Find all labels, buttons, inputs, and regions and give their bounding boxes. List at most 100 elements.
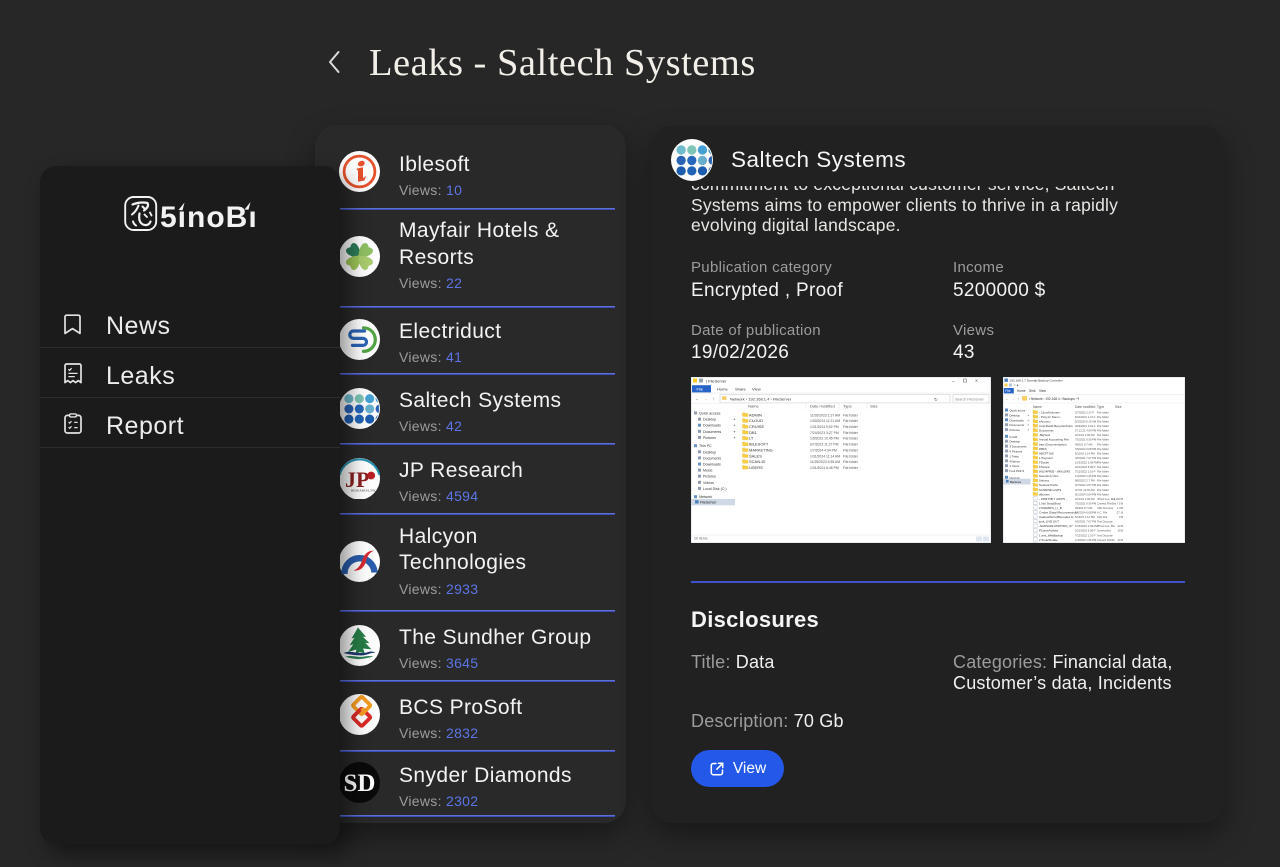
svg-text:09/022 6:7 AM: 09/022 6:7 AM bbox=[1075, 506, 1093, 510]
svg-text:5/10/24 1:14 PM: 5/10/24 1:14 PM bbox=[1075, 451, 1095, 455]
svg-text:Pictures: Pictures bbox=[1009, 428, 1020, 432]
svg-text:Backups: Backups bbox=[1010, 480, 1022, 484]
svg-text:09/022 6:7 AM: 09/022 6:7 AM bbox=[1075, 442, 1093, 446]
svg-text:×: × bbox=[975, 379, 978, 385]
svg-text:XML Docume: XML Docume bbox=[1097, 506, 1114, 510]
svg-text:✦: ✦ bbox=[733, 430, 736, 434]
svg-text:–: – bbox=[952, 379, 955, 385]
svg-text:1/30/2024 11:21 AM: 1/30/2024 11:21 AM bbox=[810, 419, 840, 423]
svg-text:9/7/2022 4:07 PM: 9/7/2022 4:07 PM bbox=[1075, 483, 1097, 487]
svg-text:Network Paths: Network Paths bbox=[1039, 483, 1058, 487]
svg-text:192.168.1.7 Domajb Backup Cont: 192.168.1.7 Domajb Backup Controller bbox=[1010, 379, 1063, 383]
svg-text:Documents: Documents bbox=[1009, 423, 1024, 427]
svg-text:2/21/22 2:09 AM: 2/21/22 2:09 AM bbox=[1075, 433, 1095, 437]
svg-text:FileServer: FileServer bbox=[700, 501, 717, 505]
svg-text:Videos: Videos bbox=[703, 481, 714, 485]
svg-text:Size: Size bbox=[1115, 405, 1122, 409]
svg-text:File folder: File folder bbox=[843, 443, 859, 447]
svg-text:19 B: 19 B bbox=[1117, 529, 1123, 533]
svg-text:7/5/2024 6:08 PM: 7/5/2024 6:08 PM bbox=[1075, 511, 1097, 515]
svg-text:3 KB: 3 KB bbox=[1117, 542, 1123, 543]
svg-text:Annual Accounting Feb: Annual Accounting Feb bbox=[1039, 438, 1069, 442]
svg-text:= ▾: = ▾ bbox=[1014, 383, 1019, 387]
svg-text:File folder: File folder bbox=[1097, 433, 1109, 437]
svg-text:File folder: File folder bbox=[1097, 429, 1109, 433]
svg-text:↻: ↻ bbox=[934, 397, 938, 402]
svg-text:10/3/2022 2:09 PM: 10/3/2022 2:09 PM bbox=[1075, 460, 1098, 464]
svg-text:Pictures: Pictures bbox=[703, 436, 716, 440]
svg-text:5/3/2023 6:15 AM: 5/3/2023 6:15 AM bbox=[1075, 420, 1097, 424]
svg-text:1/4/2023 1:46 PM: 1/4/2023 1:46 PM bbox=[1075, 538, 1097, 542]
svg-text:1/31/2024 8:48 PM: 1/31/2024 8:48 PM bbox=[810, 466, 839, 470]
svg-text:Documents: Documents bbox=[703, 430, 721, 434]
svg-text:MARKETING: MARKETING bbox=[749, 447, 773, 452]
svg-text:W1G4FR05 - W06,06F5: W1G4FR05 - W06,06F5 bbox=[1039, 470, 1071, 474]
svg-text:Pictures: Pictures bbox=[703, 475, 716, 479]
svg-text:File: File bbox=[1005, 389, 1010, 393]
svg-text:1/5/2022 10:45 PM: 1/5/2022 10:45 PM bbox=[810, 437, 839, 441]
svg-text:Name: Name bbox=[1033, 405, 1042, 409]
svg-text:1 amt_WksBackup: 1 amt_WksBackup bbox=[1039, 533, 1063, 537]
svg-text:Date modified: Date modified bbox=[1075, 405, 1096, 409]
svg-text:Fund1: Fund1 bbox=[1009, 435, 1018, 439]
svg-text:Downloads: Downloads bbox=[703, 463, 721, 467]
svg-text:2 DWARFS_(.)_B: 2 DWARFS_(.)_B bbox=[1039, 506, 1062, 510]
svg-text:Date modified: Date modified bbox=[810, 403, 835, 408]
svg-text:Comect FileSha: Comect FileSha bbox=[1097, 501, 1117, 505]
svg-text:File folder: File folder bbox=[1097, 474, 1109, 478]
svg-text:Screenshot: Screenshot bbox=[1097, 529, 1111, 533]
svg-text:Quick acces: Quick acces bbox=[1009, 409, 1025, 413]
svg-text:1/31/2024 11:14 AM: 1/31/2024 11:14 AM bbox=[810, 454, 840, 458]
svg-text:File folder: File folder bbox=[1097, 442, 1109, 446]
svg-text:8/8/2023 2:7 PM: 8/8/2023 2:7 PM bbox=[1075, 542, 1095, 543]
svg-text:Documents: Documents bbox=[1039, 429, 1054, 433]
svg-text:DB1: DB1 bbox=[749, 430, 758, 435]
svg-text:File folder: File folder bbox=[1097, 460, 1109, 464]
svg-text:6/7/2023 11:27 PM: 6/7/2023 11:27 PM bbox=[810, 443, 839, 447]
svg-text:File folder: File folder bbox=[1097, 479, 1109, 483]
svg-text:SALES: SALES bbox=[749, 453, 762, 458]
svg-text:File folder: File folder bbox=[1097, 447, 1109, 451]
svg-text:File folder: File folder bbox=[1097, 483, 1109, 487]
svg-text:1/7/2024 4:34 PM: 1/7/2024 4:34 PM bbox=[810, 448, 837, 452]
svg-text:34 B: 34 B bbox=[1117, 524, 1123, 528]
svg-text:↑: ↑ bbox=[1017, 397, 1019, 402]
svg-text:1 Users: 1 Users bbox=[1009, 464, 1020, 468]
svg-text:File folder: File folder bbox=[843, 448, 859, 452]
svg-text:9/29/2021 2:01 A: 9/29/2021 2:01 A bbox=[1075, 424, 1096, 428]
svg-text:7/12/2022 1:16 P: 7/12/2022 1:16 P bbox=[1075, 470, 1096, 474]
svg-text:| FileServer: | FileServer bbox=[706, 378, 727, 383]
svg-text:2/21/22 2:09 AM: 2/21/22 2:09 AM bbox=[1075, 497, 1095, 501]
svg-text:CRUISE: CRUISE bbox=[749, 424, 764, 429]
svg-text:7/24/2023 3:27 PM: 7/24/2023 3:27 PM bbox=[810, 431, 839, 435]
svg-text:SD: SD bbox=[344, 770, 376, 797]
svg-text:CataroePkrnofffleroodes.fo: CataroePkrnofffleroodes.fo bbox=[1039, 515, 1074, 519]
svg-text:1/4/2023 1:46 PM: 1/4/2023 1:46 PM bbox=[1075, 474, 1097, 478]
svg-text:FTampa: FTampa bbox=[1039, 465, 1050, 469]
svg-text:→: → bbox=[703, 397, 708, 403]
svg-text:43 B: 43 B bbox=[1117, 538, 1123, 542]
svg-text:vBurnes: vBurnes bbox=[1039, 492, 1050, 496]
svg-text:Cmdse (DataVReconversindor: Cmdse (DataVReconversindor bbox=[1039, 511, 1078, 515]
svg-text:7/5/2021 6:39 PM: 7/5/2021 6:39 PM bbox=[1075, 501, 1097, 505]
svg-text:11/25/2023 5:55 AM: 11/25/2023 5:55 AM bbox=[810, 460, 840, 464]
svg-text:Network: Network bbox=[699, 495, 712, 499]
svg-text:JPivot Lus. Ma.: JPivot Lus. Ma. bbox=[1097, 524, 1116, 528]
svg-text:Desktop: Desktop bbox=[1009, 413, 1020, 417]
svg-text:-BigTest!: -BigTest! bbox=[1039, 433, 1050, 437]
svg-text:7/12/2022 1:16 P: 7/12/2022 1:16 P bbox=[1075, 533, 1096, 537]
svg-text:File folder: File folder bbox=[1097, 492, 1109, 496]
svg-text:4Videos: 4Videos bbox=[1009, 459, 1020, 463]
svg-text:- - PlioDic001.c-inn: - - PlioDic001.c-inn bbox=[1039, 542, 1064, 543]
svg-text:Downloads: Downloads bbox=[703, 424, 721, 428]
svg-text:FDocler: FDocler bbox=[1039, 460, 1049, 464]
svg-text:junk_LIVE.OUT: junk_LIVE.OUT bbox=[1038, 520, 1059, 524]
svg-text:1 Payment: 1 Payment bbox=[1039, 456, 1053, 460]
svg-text:←: ← bbox=[695, 397, 700, 403]
svg-text:A.C. File: A.C. File bbox=[1097, 542, 1108, 543]
svg-text:2/21/2022 6:06 P: 2/21/2022 6:06 P bbox=[1075, 465, 1096, 469]
svg-text:Name: Name bbox=[748, 403, 759, 408]
svg-text:LT: LT bbox=[749, 436, 754, 441]
svg-text:Shrk: Shrk bbox=[1029, 389, 1036, 393]
svg-text:9 B: 9 B bbox=[1119, 515, 1123, 519]
